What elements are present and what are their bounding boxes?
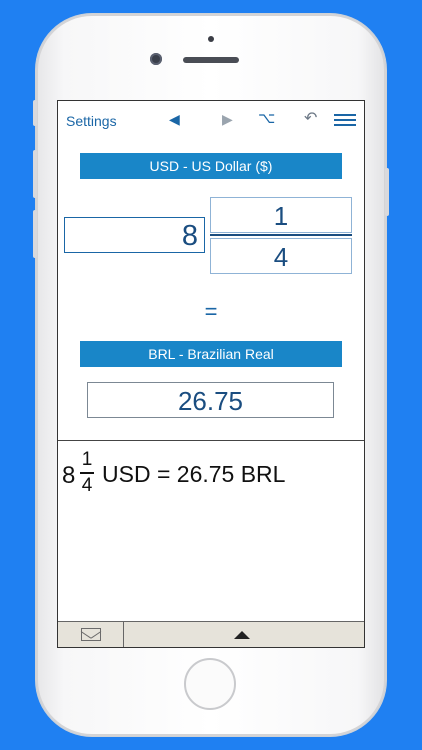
expression-numerator: 1 (81, 449, 93, 470)
proximity-sensor (208, 36, 214, 42)
expression-fraction-bar (80, 472, 94, 474)
power-button (385, 168, 389, 216)
fraction-bar (210, 234, 352, 236)
app-screen: Settings ◀ ▶ ⌥ ↶ USD - US Dollar ($) 8 1… (57, 100, 365, 648)
mail-button[interactable] (58, 622, 124, 647)
whole-number-input[interactable]: 8 (64, 217, 205, 253)
mail-icon (81, 628, 101, 641)
option-key-icon[interactable]: ⌥ (258, 111, 275, 127)
settings-button[interactable]: Settings (66, 113, 117, 129)
front-camera (150, 53, 162, 65)
expression-whole: 8 (62, 462, 76, 489)
from-currency-selector[interactable]: USD - US Dollar ($) (80, 153, 342, 179)
section-divider (58, 440, 364, 441)
expression-fraction: 1 4 (79, 449, 95, 497)
volume-down-button (33, 210, 37, 258)
mute-switch (33, 100, 37, 126)
triangle-left-icon[interactable]: ◀ (169, 111, 180, 127)
volume-up-button (33, 150, 37, 198)
denominator-input[interactable]: 4 (210, 238, 352, 274)
result-field: 26.75 (87, 382, 334, 418)
bottom-bar (58, 621, 364, 647)
expression-text: USD = 26.75 BRL (102, 461, 286, 487)
undo-icon[interactable]: ↶ (304, 111, 317, 127)
expression-denominator: 4 (81, 474, 93, 496)
expand-up-icon (234, 631, 250, 639)
numerator-input[interactable]: 1 (210, 197, 352, 233)
to-currency-selector[interactable]: BRL - Brazilian Real (80, 341, 342, 367)
menu-icon[interactable] (334, 114, 356, 126)
expand-keypad-button[interactable] (124, 622, 364, 647)
equals-sign: = (204, 299, 218, 324)
home-button[interactable] (184, 658, 236, 710)
toolbar: Settings ◀ ▶ ⌥ ↶ (58, 101, 364, 137)
earpiece-speaker (183, 57, 239, 63)
triangle-right-icon[interactable]: ▶ (222, 111, 233, 127)
